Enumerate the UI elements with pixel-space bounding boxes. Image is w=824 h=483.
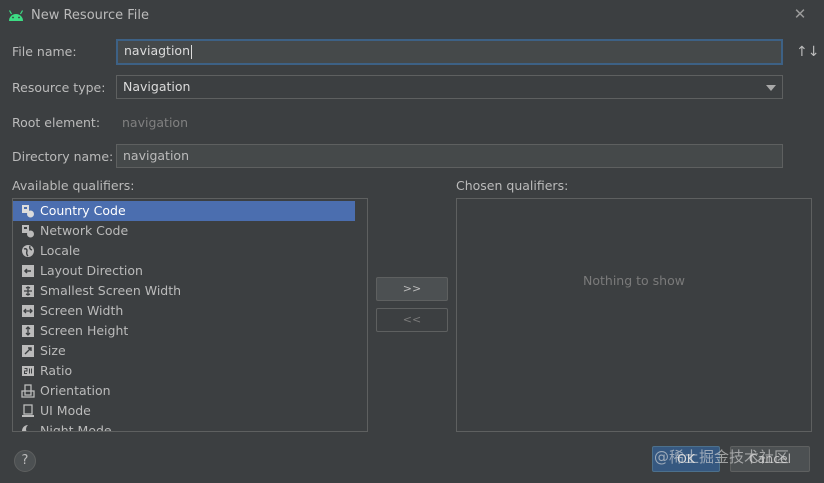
- directory-name-value: navigation: [123, 148, 189, 163]
- dialog-title: New Resource File: [31, 8, 149, 23]
- screen-height-icon: [22, 325, 34, 337]
- qualifier-item-orientation[interactable]: Orientation: [13, 381, 355, 401]
- qualifier-label: Locale: [40, 243, 81, 258]
- qualifier-item-night-mode[interactable]: Night Mode: [13, 421, 355, 432]
- qualifier-label: Ratio: [40, 363, 73, 378]
- empty-state-text: Nothing to show: [583, 273, 685, 288]
- qualifier-item-country-code[interactable]: Country Code: [13, 201, 355, 221]
- file-name-value: naviagtion: [124, 43, 190, 58]
- text-caret: [191, 44, 192, 59]
- file-name-label-text: File name:: [12, 44, 77, 59]
- qualifier-label: Night Mode: [40, 423, 112, 432]
- chosen-qualifiers-label: Chosen qualifiers:: [456, 178, 569, 193]
- ui-mode-icon: [22, 404, 34, 417]
- qualifier-label: Screen Height: [40, 323, 129, 338]
- android-icon: [8, 10, 24, 21]
- qualifier-item-ui-mode[interactable]: UI Mode: [13, 401, 355, 421]
- add-qualifier-button[interactable]: >>: [376, 277, 448, 301]
- help-icon[interactable]: ?: [14, 450, 36, 472]
- qualifier-label: Network Code: [40, 223, 129, 238]
- qualifier-item-screen-width[interactable]: Screen Width: [13, 301, 355, 321]
- qualifier-label: Smallest Screen Width: [40, 283, 182, 298]
- qualifier-item-locale[interactable]: Locale: [13, 241, 355, 261]
- directory-name-input[interactable]: navigation: [116, 144, 783, 168]
- qualifier-label: Size: [40, 343, 66, 358]
- orientation-icon: [21, 384, 35, 398]
- chosen-qualifiers-list[interactable]: Nothing to show: [456, 198, 812, 432]
- night-mode-icon: [22, 424, 35, 431]
- qualifier-item-smallest-screen-width[interactable]: Smallest Screen Width: [13, 281, 355, 301]
- qualifier-label: Layout Direction: [40, 263, 143, 278]
- country-code-icon: [22, 205, 34, 218]
- qualifier-item-layout-direction[interactable]: Layout Direction: [13, 261, 355, 281]
- available-qualifiers-label: Available qualifiers:: [12, 178, 135, 193]
- chevron-down-icon[interactable]: [766, 85, 776, 91]
- qualifier-label: Screen Width: [40, 303, 124, 318]
- qualifier-label: Country Code: [40, 203, 126, 218]
- watermark: @稀土掘金技术社区: [654, 448, 790, 466]
- qualifier-label: UI Mode: [40, 403, 91, 418]
- ratio-icon: [22, 366, 34, 376]
- size-icon: [22, 345, 34, 357]
- resource-type-select[interactable]: Navigation: [116, 75, 783, 99]
- network-code-icon: [22, 225, 34, 238]
- root-element-label: Root element:: [12, 115, 101, 130]
- smallest-width-icon: [22, 285, 34, 297]
- sort-icon[interactable]: ↑↓: [796, 44, 819, 60]
- screen-width-icon: [22, 305, 34, 317]
- qualifier-label: Orientation: [40, 383, 111, 398]
- file-name-label: File name:: [12, 44, 77, 59]
- available-qualifiers-list[interactable]: Country Code Network Code Locale Layout …: [12, 198, 368, 432]
- file-name-input[interactable]: naviagtion: [116, 39, 783, 65]
- qualifier-item-screen-height[interactable]: Screen Height: [13, 321, 355, 341]
- remove-qualifier-button[interactable]: <<: [376, 308, 448, 332]
- globe-icon: [22, 245, 34, 257]
- close-icon[interactable]: ✕: [792, 6, 808, 22]
- qualifier-item-size[interactable]: Size: [13, 341, 355, 361]
- qualifier-item-network-code[interactable]: Network Code: [13, 221, 355, 241]
- resource-type-value: Navigation: [123, 79, 191, 94]
- resource-type-label: Resource type:: [12, 80, 106, 95]
- layout-direction-icon: [22, 265, 34, 277]
- qualifier-item-ratio[interactable]: Ratio: [13, 361, 355, 381]
- root-element-value: navigation: [122, 115, 188, 130]
- directory-name-label: Directory name:: [12, 149, 114, 164]
